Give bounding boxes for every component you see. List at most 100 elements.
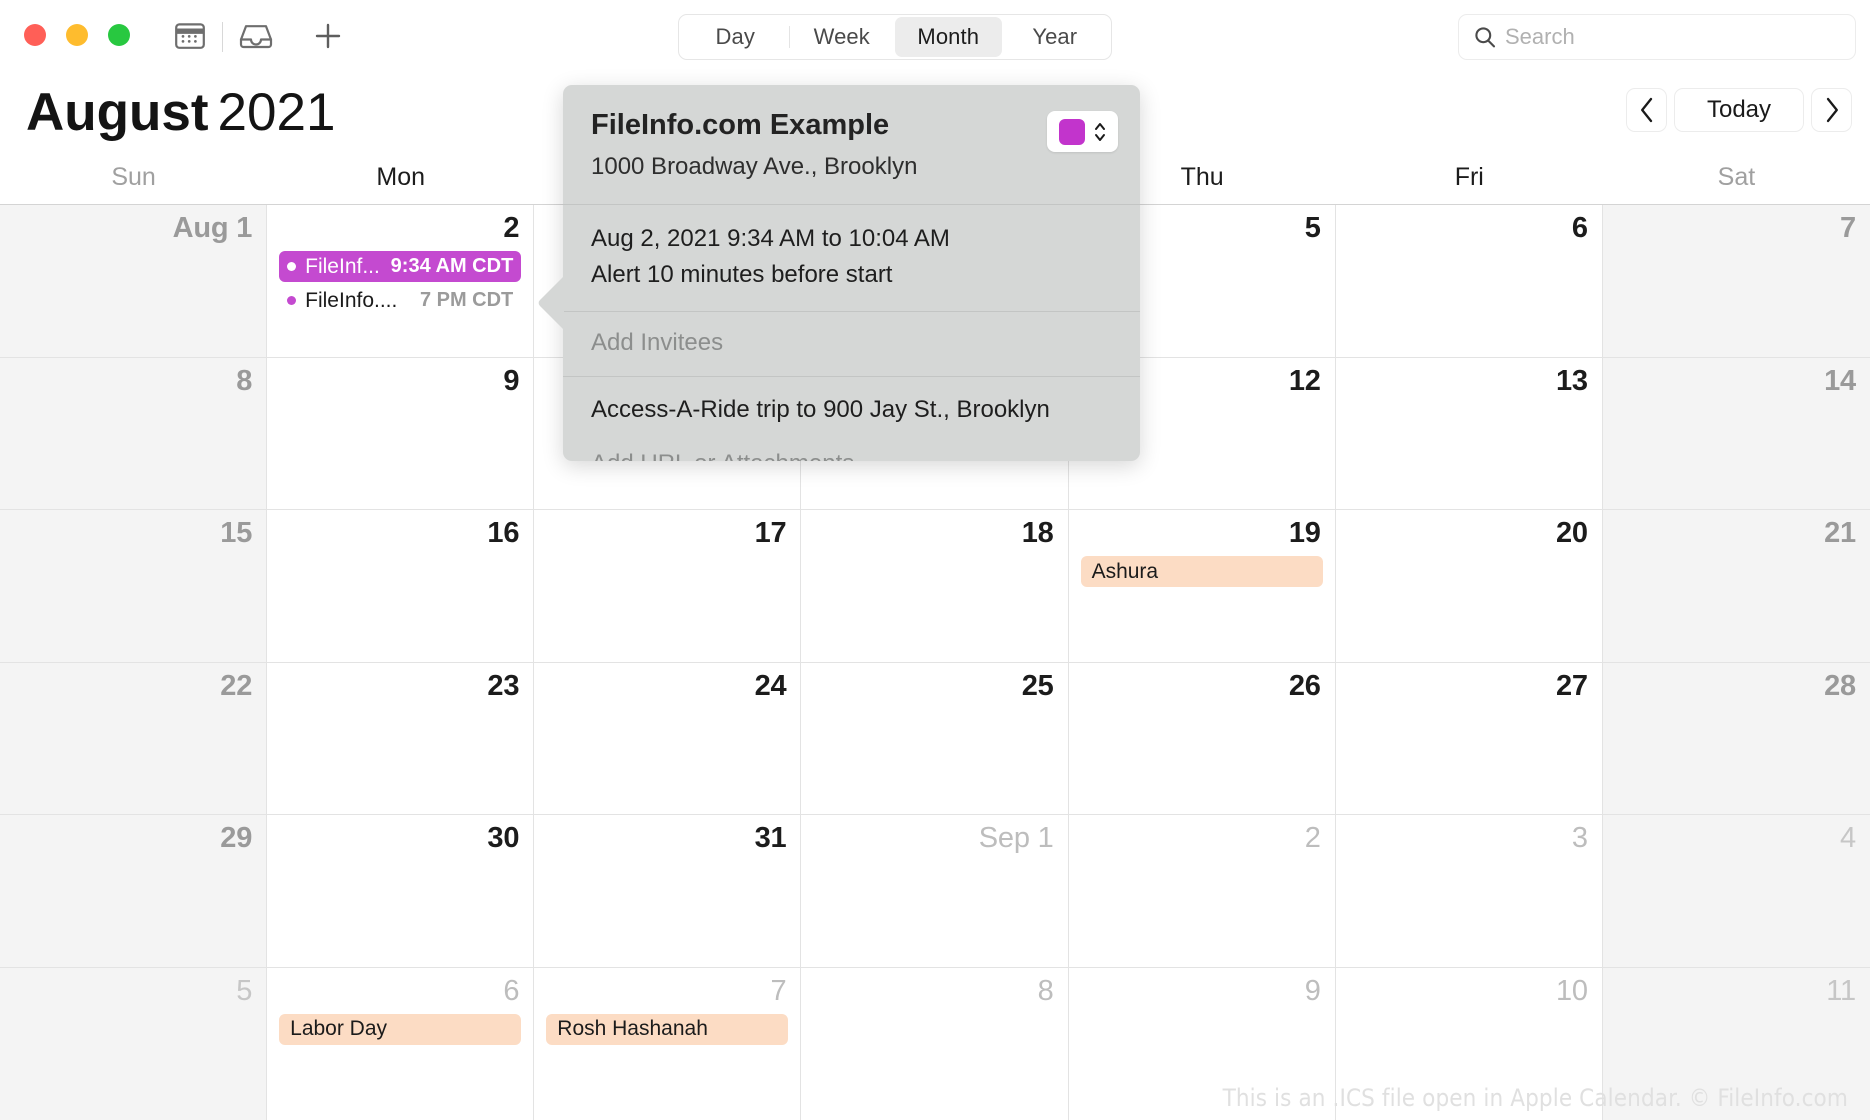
day-cell[interactable]: 19 Ashura	[1068, 510, 1336, 663]
day-cell[interactable]: 14	[1602, 357, 1870, 510]
previous-month-button[interactable]	[1626, 88, 1667, 132]
day-number: 6	[1571, 212, 1588, 244]
day-cell[interactable]: 26	[1068, 662, 1336, 815]
month-label: August	[26, 83, 209, 142]
search-input[interactable]: Search	[1458, 14, 1856, 60]
holiday-event-chip[interactable]: Ashura	[1080, 556, 1323, 587]
holiday-event-chip[interactable]: Labor Day	[279, 1013, 522, 1045]
day-number: Aug 1	[172, 212, 253, 244]
day-cell[interactable]: 5	[0, 967, 268, 1120]
window-toolbar: Day Week Month Year Search	[0, 0, 1870, 74]
day-cell[interactable]: 7	[1602, 205, 1870, 358]
calendar-icon[interactable]	[172, 18, 208, 54]
popover-schedule[interactable]: Aug 2, 2021 9:34 AM to 10:04 AM Alert 10…	[563, 205, 1140, 311]
day-cell[interactable]: 8	[801, 967, 1069, 1120]
day-number: 2	[1304, 822, 1321, 854]
day-cell[interactable]: 13	[1335, 357, 1603, 510]
day-number: 8	[1037, 974, 1054, 1007]
inbox-icon[interactable]	[238, 18, 274, 54]
day-cell[interactable]: 9	[267, 357, 535, 510]
popover-header: FileInfo.com Example 1000 Broadway Ave.,…	[563, 85, 1140, 204]
event-chip-title: Ashura	[1091, 559, 1159, 583]
day-number: 4	[1840, 822, 1856, 854]
tab-month-label: Month	[917, 24, 980, 49]
plus-icon[interactable]	[310, 18, 346, 54]
chevron-updown-icon	[1094, 122, 1105, 141]
view-switcher[interactable]: Day Week Month Year	[678, 14, 1112, 60]
day-cell[interactable]: 23	[267, 662, 535, 815]
popover-notes[interactable]: Access-A-Ride trip to 900 Jay St., Brook…	[563, 377, 1140, 461]
zoom-button[interactable]	[108, 24, 130, 46]
event-detail-popover[interactable]: FileInfo.com Example 1000 Broadway Ave.,…	[563, 85, 1140, 461]
close-button[interactable]	[24, 24, 46, 46]
day-number: 10	[1555, 974, 1588, 1007]
day-cell[interactable]: 27	[1335, 662, 1603, 815]
day-cell[interactable]: 2 FileInf... 9:34 AM CDT FileInfo.... 7 PM C…	[267, 205, 535, 358]
event-chip-title: FileInf...	[305, 254, 380, 278]
day-cell[interactable]: 15	[0, 510, 268, 663]
add-invitees-field: Add Invitees	[591, 329, 724, 356]
weekday-header-mon: Mon	[376, 162, 426, 191]
day-number: 19	[1288, 517, 1321, 549]
day-cell[interactable]: 21	[1602, 510, 1870, 663]
day-cell[interactable]: 17	[534, 510, 802, 663]
minimize-button[interactable]	[66, 24, 88, 46]
day-number: 29	[220, 822, 253, 854]
tab-year[interactable]: Year	[1002, 17, 1109, 57]
watermark: This is an .ICS file open in Apple Calen…	[1222, 1084, 1848, 1112]
today-button[interactable]: Today	[1674, 88, 1804, 132]
calendar-window: Day Week Month Year Search August 2021 To…	[0, 0, 1870, 1120]
event-title: FileInfo.com Example	[591, 109, 890, 141]
event-chip[interactable]: FileInfo.... 7 PM CDT	[279, 285, 521, 316]
day-cell[interactable]: 2	[1068, 815, 1336, 968]
color-swatch	[1058, 118, 1085, 145]
day-cell[interactable]: 30	[267, 815, 535, 968]
search-icon	[1473, 25, 1497, 49]
tab-day[interactable]: Day	[682, 17, 789, 57]
day-number: 9	[1304, 974, 1321, 1007]
weekday-header-sat: Sat	[1717, 162, 1756, 191]
search-placeholder: Search	[1505, 24, 1575, 49]
calendar-color-picker[interactable]	[1047, 111, 1118, 152]
day-cell[interactable]: 20	[1335, 510, 1603, 663]
day-number: 16	[487, 517, 520, 549]
day-cell[interactable]: 7 Rosh Hashanah	[534, 967, 802, 1120]
day-cell[interactable]: 18	[801, 510, 1069, 663]
tab-week[interactable]: Week	[788, 17, 896, 57]
day-cell[interactable]: Aug 1	[0, 205, 268, 358]
year-label: 2021	[217, 83, 336, 142]
day-cell[interactable]: 6	[1335, 205, 1603, 358]
tab-month[interactable]: Month	[895, 17, 1002, 57]
today-label: Today	[1706, 96, 1772, 123]
day-cell[interactable]: 29	[0, 815, 268, 968]
day-cell[interactable]: 31	[534, 815, 802, 968]
next-month-button[interactable]	[1811, 88, 1852, 132]
event-chip[interactable]: FileInf... 9:34 AM CDT	[279, 251, 522, 282]
event-alert: Alert 10 minutes before start	[591, 261, 893, 288]
day-cell[interactable]: 25	[801, 662, 1069, 815]
toolbar-divider	[222, 22, 223, 52]
day-cell[interactable]: 24	[534, 662, 802, 815]
add-url-attachments-field: Add URL or Attachments	[591, 447, 1112, 461]
event-color-dot-icon	[287, 262, 297, 271]
day-number: Sep 1	[978, 822, 1054, 854]
day-cell[interactable]: 28	[1602, 662, 1870, 815]
day-number: 27	[1555, 669, 1588, 702]
day-cell[interactable]: 16	[267, 510, 535, 663]
event-chip-title: FileInfo....	[305, 288, 398, 312]
day-cell[interactable]: Sep 1	[801, 815, 1069, 968]
popover-invitees[interactable]: Add Invitees	[563, 312, 1140, 376]
day-number: 14	[1824, 364, 1856, 397]
day-cell[interactable]: 8	[0, 357, 268, 510]
day-number: 25	[1021, 669, 1054, 702]
day-number: 11	[1826, 974, 1856, 1007]
day-cell[interactable]: 22	[0, 662, 268, 815]
day-number: 9	[503, 364, 520, 397]
event-datetime: Aug 2, 2021 9:34 AM to 10:04 AM	[591, 225, 950, 252]
day-cell[interactable]: 6 Labor Day	[267, 967, 535, 1120]
day-number: 26	[1288, 669, 1321, 702]
day-cell[interactable]: 4	[1602, 815, 1870, 968]
holiday-event-chip[interactable]: Rosh Hashanah	[546, 1013, 789, 1045]
tab-day-label: Day	[715, 24, 755, 49]
day-cell[interactable]: 3	[1335, 815, 1603, 968]
